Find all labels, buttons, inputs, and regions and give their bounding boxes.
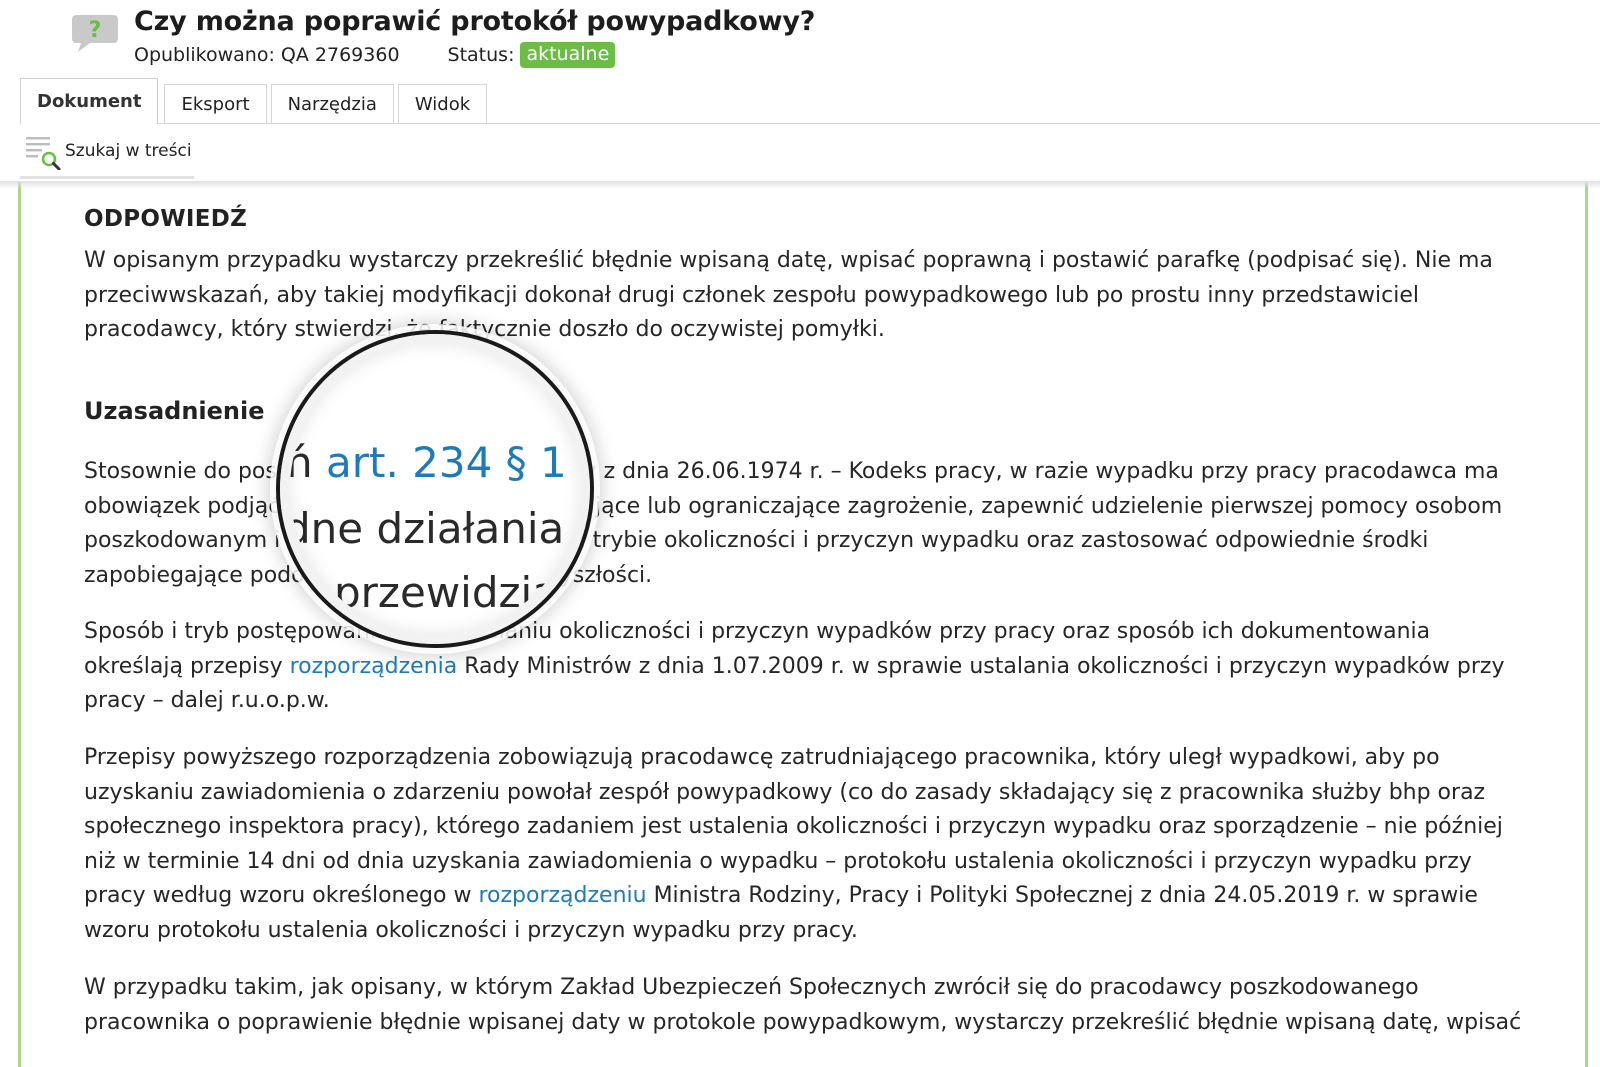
toolbar: Szukaj w treści: [20, 124, 1600, 181]
regulation-link-1[interactable]: rozporządzenia: [290, 654, 458, 679]
magnifier-rim: [280, 334, 590, 644]
answer-heading: ODPOWIEDŹ: [84, 206, 248, 232]
toolbar-shadow: [0, 181, 1600, 189]
published-id: Opublikowano: QA 2769360: [134, 44, 400, 66]
search-in-text-label: Szukaj w treści: [65, 141, 192, 161]
status-badge: aktualne: [520, 42, 616, 68]
tab-narzedzia[interactable]: Narzędzia: [270, 84, 394, 124]
justification-heading: Uzasadnienie: [84, 397, 265, 425]
paragraph-2: Sposób i tryb postępowania przy ustalani…: [84, 615, 1524, 719]
paragraph-4: W przypadku takim, jak opisany, w którym…: [84, 975, 1522, 1035]
page: ? Czy można poprawić protokół powypadkow…: [0, 0, 1600, 1067]
tab-eksport[interactable]: Eksport: [164, 84, 267, 124]
tab-bar: Dokument Eksport Narzędzia Widok: [20, 78, 491, 124]
question-bubble-icon: ?: [72, 15, 118, 52]
document-content[interactable]: ODPOWIEDŹ W opisanym przypadku wystarczy…: [18, 182, 1588, 1067]
answer-paragraph: W opisanym przypadku wystarczy przekreśl…: [84, 248, 1493, 342]
document-header: ? Czy można poprawić protokół powypadkow…: [0, 0, 1600, 80]
tab-widok[interactable]: Widok: [397, 84, 488, 124]
page-title: Czy można poprawić protokół powypadkowy?: [134, 6, 816, 37]
paragraph-3: Przepisy powyższego rozporządzenia zobow…: [84, 741, 1524, 948]
search-in-text-button[interactable]: Szukaj w treści: [24, 126, 192, 176]
magnifier-lens: ń art. 234 § 1 u dne działania e przewid…: [276, 330, 594, 648]
tab-dokument[interactable]: Dokument: [20, 78, 159, 124]
svg-text:?: ?: [89, 18, 102, 43]
status-label: Status:: [447, 44, 515, 66]
toolbar-underline: [20, 176, 194, 179]
document-meta: Opublikowano: QA 2769360 Status: aktualn…: [134, 42, 616, 68]
search-in-text-icon: [26, 137, 61, 170]
regulation-link-2[interactable]: rozporządzeniu: [478, 883, 646, 908]
